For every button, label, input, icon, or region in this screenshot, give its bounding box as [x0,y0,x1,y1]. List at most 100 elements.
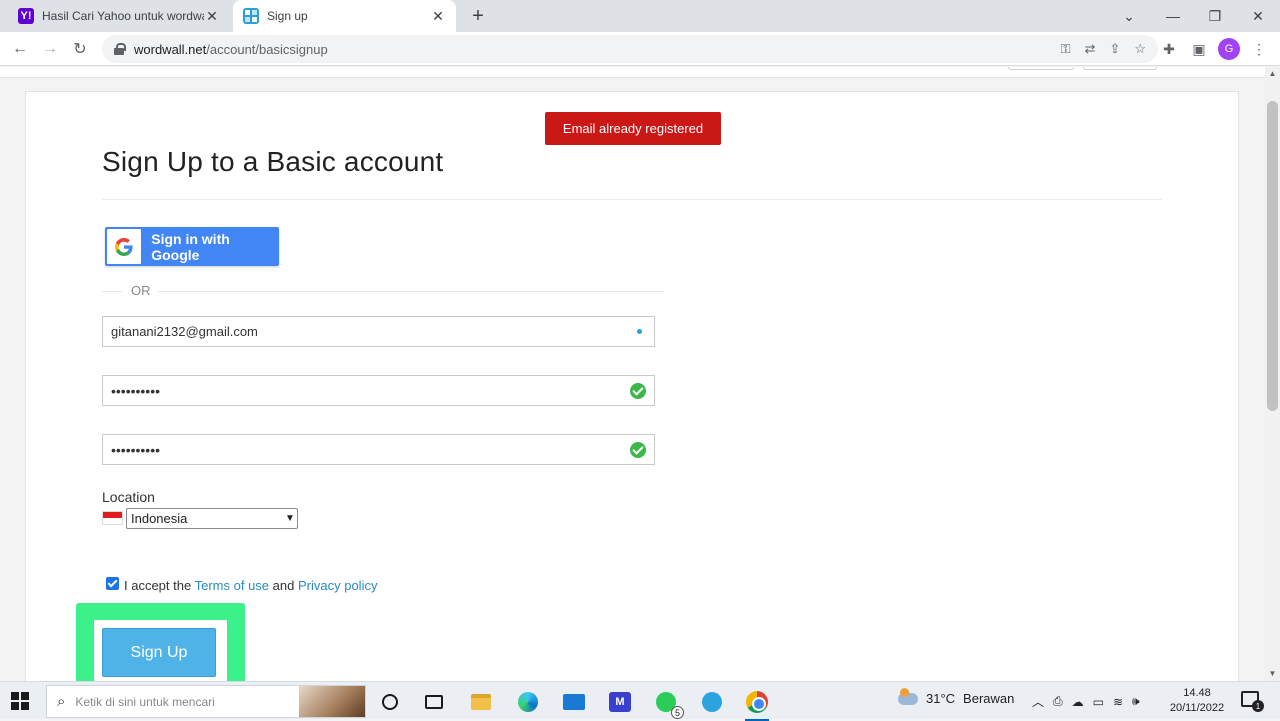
location-select[interactable]: Indonesia ▼ [126,508,298,529]
confirm-password-field[interactable]: •••••••••• [102,434,655,465]
extensions-icon[interactable]: ✚ [1157,37,1181,61]
search-highlight-image [299,686,365,717]
menu-kebab-icon[interactable]: ⋮ [1247,37,1271,61]
terms-prefix: I accept the [124,578,192,593]
lock-icon[interactable] [114,43,126,55]
back-icon[interactable]: ← [8,37,32,61]
scrollbar-thumb[interactable] [1267,101,1278,411]
side-panel-icon[interactable]: ▣ [1187,37,1211,61]
file-explorer-button[interactable] [465,686,497,718]
taskbar: ⌕ Ketik di sini untuk mencari M 5 31°C B… [0,681,1280,721]
edge-button[interactable] [512,686,544,718]
restore-icon[interactable]: ❐ [1193,0,1237,32]
header-button-edge [1008,67,1074,70]
bookmark-star-icon[interactable]: ☆ [1134,41,1146,57]
google-logo-icon [107,229,142,264]
tab-search-chevron-icon[interactable]: ⌄ [1107,0,1151,32]
task-view-icon [425,695,443,709]
google-signin-button[interactable]: Sign in with Google [105,227,279,266]
taskbar-search-box[interactable]: ⌕ Ketik di sini untuk mencari [46,685,366,718]
weather-widget[interactable]: 31°C Berawan [898,687,1015,706]
key-icon[interactable]: ⚿ [1061,41,1071,57]
search-icon: ⌕ [57,693,66,710]
chrome-button[interactable] [741,686,773,721]
tab-sign-up[interactable]: Sign up ✕ [233,0,456,32]
translate-icon[interactable]: ⇄ [1085,41,1096,57]
valid-check-icon [630,441,646,458]
battery-icon[interactable]: ▭ [1093,695,1104,709]
scroll-up-icon[interactable]: ▲ [1265,67,1280,81]
indonesia-flag-icon [102,511,123,525]
scroll-down-icon[interactable]: ▼ [1265,667,1280,681]
page-title: Sign Up to a Basic account [102,146,444,177]
page-scrollbar[interactable]: ▲ ▼ [1265,67,1280,681]
minimize-icon[interactable]: — [1151,0,1195,32]
telegram-button[interactable] [696,686,728,718]
close-tab-icon[interactable]: ✕ [430,8,446,25]
or-divider-left [102,291,122,292]
confirm-password-value: •••••••••• [111,441,161,458]
whatsapp-icon: 5 [656,692,684,719]
weather-condition: Berawan [963,691,1015,706]
terms-text: I accept the Terms of use and Privacy po… [124,578,377,593]
url-text[interactable]: wordwall.net/account/basicsignup [134,42,328,57]
share-icon[interactable]: ⇪ [1109,41,1120,57]
terms-checkbox[interactable] [106,577,119,590]
yahoo-favicon-icon: Y! [18,8,34,24]
clock[interactable]: 14.48 20/11/2022 [1165,686,1229,716]
terms-and: and [272,578,295,593]
profile-avatar-button[interactable]: G [1217,37,1241,61]
close-tab-icon[interactable]: ✕ [204,8,220,25]
pen-app-icon: M [609,692,631,712]
tab-yahoo-search[interactable]: Y! Hasil Cari Yahoo untuk wordwall ✕ [8,0,230,32]
windows-start-icon[interactable] [11,692,29,710]
mail-icon [563,694,585,710]
mail-button[interactable] [558,686,590,718]
task-view-button[interactable] [418,686,450,718]
tab-strip: Y! Hasil Cari Yahoo untuk wordwall ✕ Sig… [0,0,1280,32]
browser-toolbar: ← → ↻ wordwall.net/account/basicsignup ⚿… [0,32,1280,66]
pen-app-button[interactable]: M [604,686,636,718]
search-placeholder: Ketik di sini untuk mencari [75,694,215,709]
or-label: OR [131,283,151,298]
volume-icon[interactable]: 🕪 [1132,694,1140,709]
notification-count: 1 [1252,700,1264,712]
cortana-icon [382,694,398,710]
chevron-up-icon[interactable]: ︿ [1032,693,1044,710]
address-bar[interactable]: wordwall.net/account/basicsignup ⚿ ⇄ ⇪ ☆ [102,35,1158,63]
location-value: Indonesia [131,511,188,526]
notification-icon[interactable]: 1 [1241,691,1264,712]
wifi-icon[interactable]: ≋ [1113,695,1123,709]
site-header-strip [0,67,1265,78]
chevron-down-icon: ▼ [285,513,295,524]
close-window-icon[interactable]: ✕ [1236,0,1280,32]
clock-date: 20/11/2022 [1169,702,1225,714]
terms-of-use-link[interactable]: Terms of use [195,578,269,593]
password-field[interactable]: •••••••••• [102,375,655,406]
reload-icon[interactable]: ↻ [68,37,92,61]
sign-up-button[interactable]: Sign Up [102,628,216,677]
google-button-label: Sign in with Google [151,230,230,263]
telegram-icon [702,692,722,712]
whatsapp-button[interactable]: 5 [650,686,684,719]
email-field[interactable]: gitanani2132@gmail.com [102,316,655,347]
tab-title: Hasil Cari Yahoo untuk wordwall [42,9,204,23]
forward-icon[interactable]: → [38,37,62,61]
wordwall-favicon-icon [243,8,259,24]
divider [102,199,1162,200]
email-value: gitanani2132@gmail.com [111,324,258,339]
avatar: G [1218,38,1240,60]
chrome-icon [746,691,768,713]
error-alert: Email already registered [545,112,721,145]
cortana-button[interactable] [374,686,406,718]
header-button-edge [1083,67,1157,70]
field-status-dot-icon [637,329,642,334]
or-divider-right [158,291,664,292]
weather-temperature: 31°C [926,691,956,706]
onedrive-cloud-icon[interactable]: ☁ [1072,695,1084,709]
privacy-policy-link[interactable]: Privacy policy [298,578,377,593]
new-tab-button[interactable]: + [466,4,490,28]
valid-check-icon [630,382,646,399]
page-viewport: Email already registered Sign Up to a Ba… [0,67,1265,681]
meet-now-icon[interactable]: ⎙ [1053,694,1063,709]
